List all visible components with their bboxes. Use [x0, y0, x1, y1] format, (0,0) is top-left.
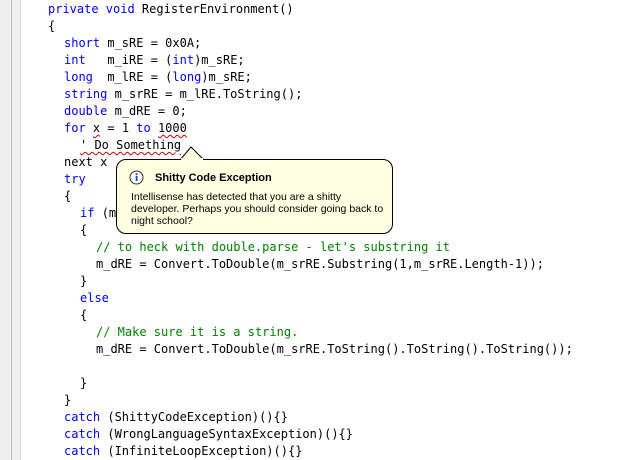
code-line[interactable]: }: [80, 273, 87, 290]
code-token: ' Do Something: [80, 138, 182, 152]
code-line[interactable]: {: [48, 18, 55, 35]
code-line[interactable]: ' Do Something: [80, 137, 181, 154]
code-line[interactable]: try: [64, 171, 86, 188]
code-token: )m_sRE;: [201, 70, 252, 84]
tooltip-body: Intellisense has detected that you are a…: [131, 191, 384, 227]
keyword-token: to: [136, 121, 151, 135]
code-line[interactable]: string m_srRE = m_lRE.ToString();: [64, 86, 302, 103]
code-token: m_iRE = (: [85, 53, 173, 67]
code-line[interactable]: short m_sRE = 0x0A;: [64, 35, 201, 52]
keyword-token: private void: [48, 2, 142, 16]
code-token: {: [48, 19, 56, 33]
keyword-token: if: [80, 206, 102, 220]
code-line[interactable]: catch (WrongLanguageSyntaxException)(){}: [64, 426, 353, 443]
code-token: }: [64, 393, 72, 407]
code-line[interactable]: private void RegisterEnvironment(): [48, 1, 294, 18]
keyword-token: short: [64, 36, 108, 50]
code-line[interactable]: m_dRE = Convert.ToDouble(m_srRE.ToString…: [96, 341, 573, 358]
code-line[interactable]: // Make sure it is a string.: [96, 324, 298, 341]
keyword-token: try: [64, 172, 86, 186]
code-token: }: [80, 274, 88, 288]
code-line[interactable]: double m_dRE = 0;: [64, 103, 187, 120]
code-token: m_lRE = (: [92, 70, 173, 84]
code-line[interactable]: // to heck with double.parse - let's sub…: [96, 239, 450, 256]
code-token: (ShittyCodeException)(){}: [107, 410, 288, 424]
keyword-token: long: [64, 70, 93, 84]
code-line[interactable]: long m_lRE = (long)m_sRE;: [64, 69, 252, 86]
code-line[interactable]: int m_iRE = (int)m_sRE;: [64, 52, 245, 69]
keyword-token: catch: [64, 410, 108, 424]
code-token: (WrongLanguageSyntaxException)(){}: [107, 427, 353, 441]
comment-token: // Make sure it is a string.: [96, 325, 299, 339]
code-line[interactable]: if (m: [80, 205, 116, 222]
code-token: )m_sRE;: [194, 53, 245, 67]
code-token: m_dRE = Convert.ToDouble(m_srRE.ToString…: [96, 342, 573, 356]
code-token: m_dRE = Convert.ToDouble(m_srRE.Substrin…: [96, 257, 544, 271]
code-line[interactable]: else: [80, 290, 109, 307]
code-token: = 1: [100, 121, 137, 135]
code-line[interactable]: {: [80, 307, 87, 324]
keyword-token: string: [64, 87, 115, 101]
keyword-token: double: [64, 104, 115, 118]
keyword-token: catch: [64, 427, 108, 441]
code-line[interactable]: {: [80, 222, 87, 239]
code-line[interactable]: m_dRE = Convert.ToDouble(m_srRE.Substrin…: [96, 256, 544, 273]
keyword-token: else: [80, 291, 109, 305]
code-line[interactable]: }: [64, 392, 71, 409]
code-line[interactable]: catch (ShittyCodeException)(){}: [64, 409, 288, 426]
code-token: m_sRE = 0x0A;: [107, 36, 202, 50]
code-line[interactable]: next x: [64, 154, 107, 171]
code-line[interactable]: for x = 1 to 1000: [64, 120, 187, 137]
tooltip-title: Shitty Code Exception: [155, 172, 272, 184]
comment-token: // to heck with double.parse - let's sub…: [96, 240, 451, 254]
code-line[interactable]: }: [80, 375, 87, 392]
code-token: (InfiniteLoopException)(){}: [107, 444, 303, 458]
code-token: {: [80, 223, 88, 237]
info-icon: [129, 170, 144, 185]
code-token: m_dRE = 0;: [114, 104, 187, 118]
code-token: {: [80, 308, 88, 322]
code-token: m_srRE = m_lRE.ToString();: [114, 87, 303, 101]
keyword-token: catch: [64, 444, 108, 458]
keyword-token: int: [172, 53, 195, 67]
code-line[interactable]: catch (InfiniteLoopException)(){}: [64, 443, 302, 460]
code-token: {: [64, 189, 72, 203]
code-token: (m: [101, 206, 117, 220]
keyword-token: long: [172, 70, 202, 84]
code-token: next x: [64, 155, 108, 169]
code-line[interactable]: {: [64, 188, 71, 205]
code-token: RegisterEnvironment(): [141, 2, 294, 16]
code-token: 1000: [157, 121, 187, 135]
keyword-token: int: [64, 53, 86, 67]
keyword-token: for: [64, 121, 93, 135]
intellisense-tooltip: Shitty Code Exception Intellisense has d…: [116, 159, 393, 234]
code-token: }: [80, 376, 88, 390]
